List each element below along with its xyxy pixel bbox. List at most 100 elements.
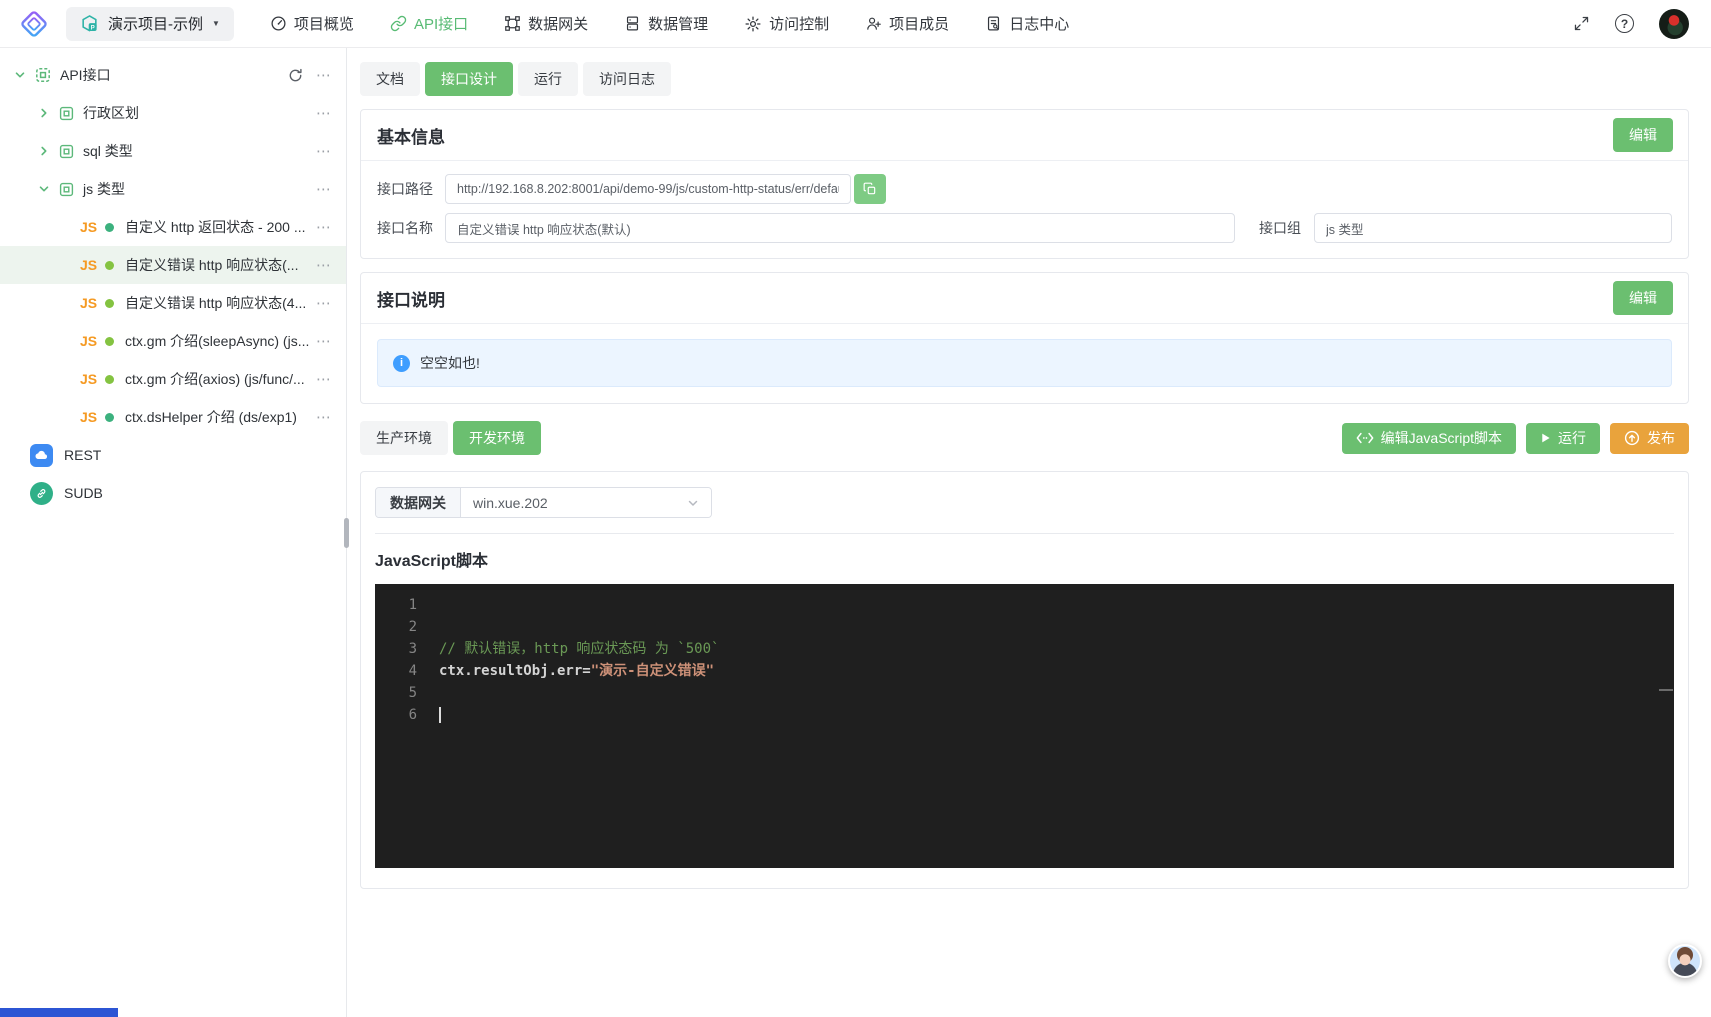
nav-item-api[interactable]: API接口 — [390, 13, 468, 34]
top-navigation: 项目概览 API接口 数据网关 数据管理 访问控制 项目成员 日志中心 — [270, 13, 1069, 34]
tab-docs[interactable]: 文档 — [360, 62, 420, 96]
script-heading: JavaScript脚本 — [375, 553, 488, 570]
sidebar-group-js-type[interactable]: js 类型 ⋯ — [0, 170, 346, 208]
more-actions-icon[interactable]: ⋯ — [316, 104, 332, 122]
tab-access-log[interactable]: 访问日志 — [583, 62, 671, 96]
environment-row: 生产环境 开发环境 编辑JavaScript脚本 运行 发布 — [360, 421, 1689, 455]
api-group-label: 接口组 — [1259, 220, 1301, 236]
sidebar-item-rest[interactable]: REST — [0, 436, 346, 474]
more-actions-icon[interactable]: ⋯ — [316, 180, 332, 198]
gateway-selected-value: win.xue.202 — [473, 494, 548, 511]
publish-button[interactable]: 发布 — [1610, 422, 1689, 454]
basic-info-title: 基本信息 — [377, 127, 445, 147]
basic-info-card: 基本信息 编辑 接口路径 接口名称 接口组 — [360, 109, 1689, 259]
nav-item-access-control[interactable]: 访问控制 — [744, 13, 829, 34]
sidebar-item-sudb[interactable]: SUDB — [0, 474, 346, 512]
sidebar-horizontal-scrollbar-thumb[interactable] — [0, 1008, 118, 1017]
api-group-icon — [59, 106, 74, 121]
project-selector[interactable]: P 演示项目-示例 ▼ — [66, 6, 234, 41]
app-logo[interactable] — [16, 6, 52, 42]
more-actions-icon[interactable]: ⋯ — [316, 218, 332, 236]
sidebar-group-admin-region[interactable]: 行政区划 ⋯ — [0, 94, 346, 132]
chevron-down-icon: ▼ — [212, 19, 220, 28]
tab-production-env[interactable]: 生产环境 — [360, 421, 448, 455]
code-line: 3// 默认错误，http 响应状态码 为 `500` — [408, 641, 720, 657]
edit-description-button[interactable]: 编辑 — [1613, 281, 1673, 315]
more-actions-icon[interactable]: ⋯ — [316, 256, 332, 274]
code-editor[interactable]: 1 2 3// 默认错误，http 响应状态码 为 `500` 4 ctx.res… — [375, 584, 1674, 868]
sidebar-api-item-selected[interactable]: JS 自定义错误 http 响应状态(... ⋯ — [0, 246, 346, 284]
gateway-label: 数据网关 — [376, 488, 461, 517]
empty-description-alert: i 空空如也! — [377, 339, 1672, 387]
project-cube-icon: P — [82, 15, 97, 32]
copy-path-button[interactable] — [854, 174, 886, 204]
gateway-select[interactable]: win.xue.202 — [461, 488, 711, 517]
refresh-icon[interactable] — [288, 68, 303, 83]
more-actions-icon[interactable]: ⋯ — [316, 294, 332, 312]
sidebar-group-sql-type[interactable]: sql 类型 ⋯ — [0, 132, 346, 170]
chevron-right-icon — [38, 145, 50, 157]
api-name-input[interactable] — [445, 213, 1235, 243]
more-actions-icon[interactable]: ⋯ — [316, 142, 332, 160]
copy-icon — [863, 182, 876, 195]
sidebar-resize-handle[interactable] — [344, 518, 349, 548]
status-dot — [105, 336, 114, 346]
status-dot — [105, 260, 114, 270]
tab-run[interactable]: 运行 — [518, 62, 578, 96]
more-actions-icon[interactable]: ⋯ — [316, 370, 332, 388]
tab-api-design[interactable]: 接口设计 — [425, 62, 513, 96]
edit-javascript-button[interactable]: 编辑JavaScript脚本 — [1341, 422, 1516, 454]
status-dot — [105, 298, 114, 308]
more-actions-icon[interactable]: ⋯ — [316, 408, 332, 426]
editor-overview-ruler-mark — [1659, 689, 1673, 691]
nav-item-data-gateway[interactable]: 数据网关 — [504, 13, 588, 34]
run-button[interactable]: 运行 — [1526, 422, 1600, 454]
nav-item-project-overview[interactable]: 项目概览 — [270, 13, 354, 34]
code-icon — [1356, 432, 1374, 444]
sidebar-api-item[interactable]: JS ctx.dsHelper 介绍 (ds/exp1) ⋯ — [0, 398, 346, 436]
fullscreen-button[interactable] — [1573, 15, 1590, 32]
assistant-floating-avatar[interactable] — [1668, 944, 1702, 978]
topbar-actions: ? — [1573, 8, 1689, 39]
sidebar-api-item[interactable]: JS 自定义 http 返回状态 - 200 ... ⋯ — [0, 208, 346, 246]
help-button[interactable]: ? — [1615, 14, 1634, 33]
js-badge: JS — [80, 257, 98, 273]
gateway-select-group: 数据网关 win.xue.202 — [375, 487, 712, 518]
api-group-icon — [59, 182, 74, 197]
sidebar-api-item[interactable]: JS 自定义错误 http 响应状态(4... ⋯ — [0, 284, 346, 322]
topbar: P 演示项目-示例 ▼ 项目概览 API接口 数据网关 数据管理 访问控制 项目… — [0, 0, 1711, 48]
sidebar-api-item[interactable]: JS ctx.gm 介绍(axios) (js/func/... ⋯ — [0, 360, 346, 398]
chevron-down-icon — [38, 183, 50, 195]
tab-development-env[interactable]: 开发环境 — [453, 421, 541, 455]
divider — [375, 533, 1674, 534]
svg-text:P: P — [91, 25, 95, 31]
user-avatar[interactable] — [1659, 8, 1689, 39]
code-line: 2 — [408, 619, 417, 635]
detail-tabs: 文档 接口设计 运行 访问日志 — [360, 62, 1689, 96]
sidebar-api-item[interactable]: JS ctx.gm 介绍(sleepAsync) (js... ⋯ — [0, 322, 346, 360]
gauge-icon — [271, 16, 286, 31]
js-badge: JS — [80, 295, 98, 311]
link-icon — [390, 15, 407, 32]
api-group-icon — [59, 144, 74, 159]
api-path-input[interactable] — [445, 174, 851, 204]
info-icon: i — [393, 354, 410, 372]
nav-item-project-members[interactable]: 项目成员 — [865, 13, 949, 34]
status-dot — [105, 222, 114, 232]
script-card: 数据网关 win.xue.202 JavaScript脚本 1 2 3 // 默… — [360, 471, 1689, 889]
environment-tabs: 生产环境 开发环境 — [360, 421, 541, 455]
nav-item-log-center[interactable]: 日志中心 — [985, 13, 1069, 34]
api-group-input[interactable] — [1314, 213, 1672, 243]
api-description-card: 接口说明 编辑 i 空空如也! — [360, 272, 1689, 404]
nav-item-data-management[interactable]: 数据管理 — [624, 13, 708, 34]
more-actions-icon[interactable]: ⋯ — [316, 332, 332, 350]
main-content: 文档 接口设计 运行 访问日志 基本信息 编辑 接口路径 http://192.… — [347, 48, 1711, 1017]
status-dot — [105, 374, 114, 384]
fullscreen-icon — [1574, 16, 1589, 31]
sidebar-item-api-root[interactable]: API接口 ⋯ — [0, 56, 346, 94]
edit-basic-info-button[interactable]: 编辑 — [1613, 118, 1673, 152]
more-actions-icon[interactable]: ⋯ — [316, 66, 332, 84]
chevron-down-icon — [14, 69, 26, 81]
play-icon — [1542, 433, 1550, 443]
code-line: 4 ctx.resultObj.err="演示-自定义错误" — [408, 663, 715, 679]
